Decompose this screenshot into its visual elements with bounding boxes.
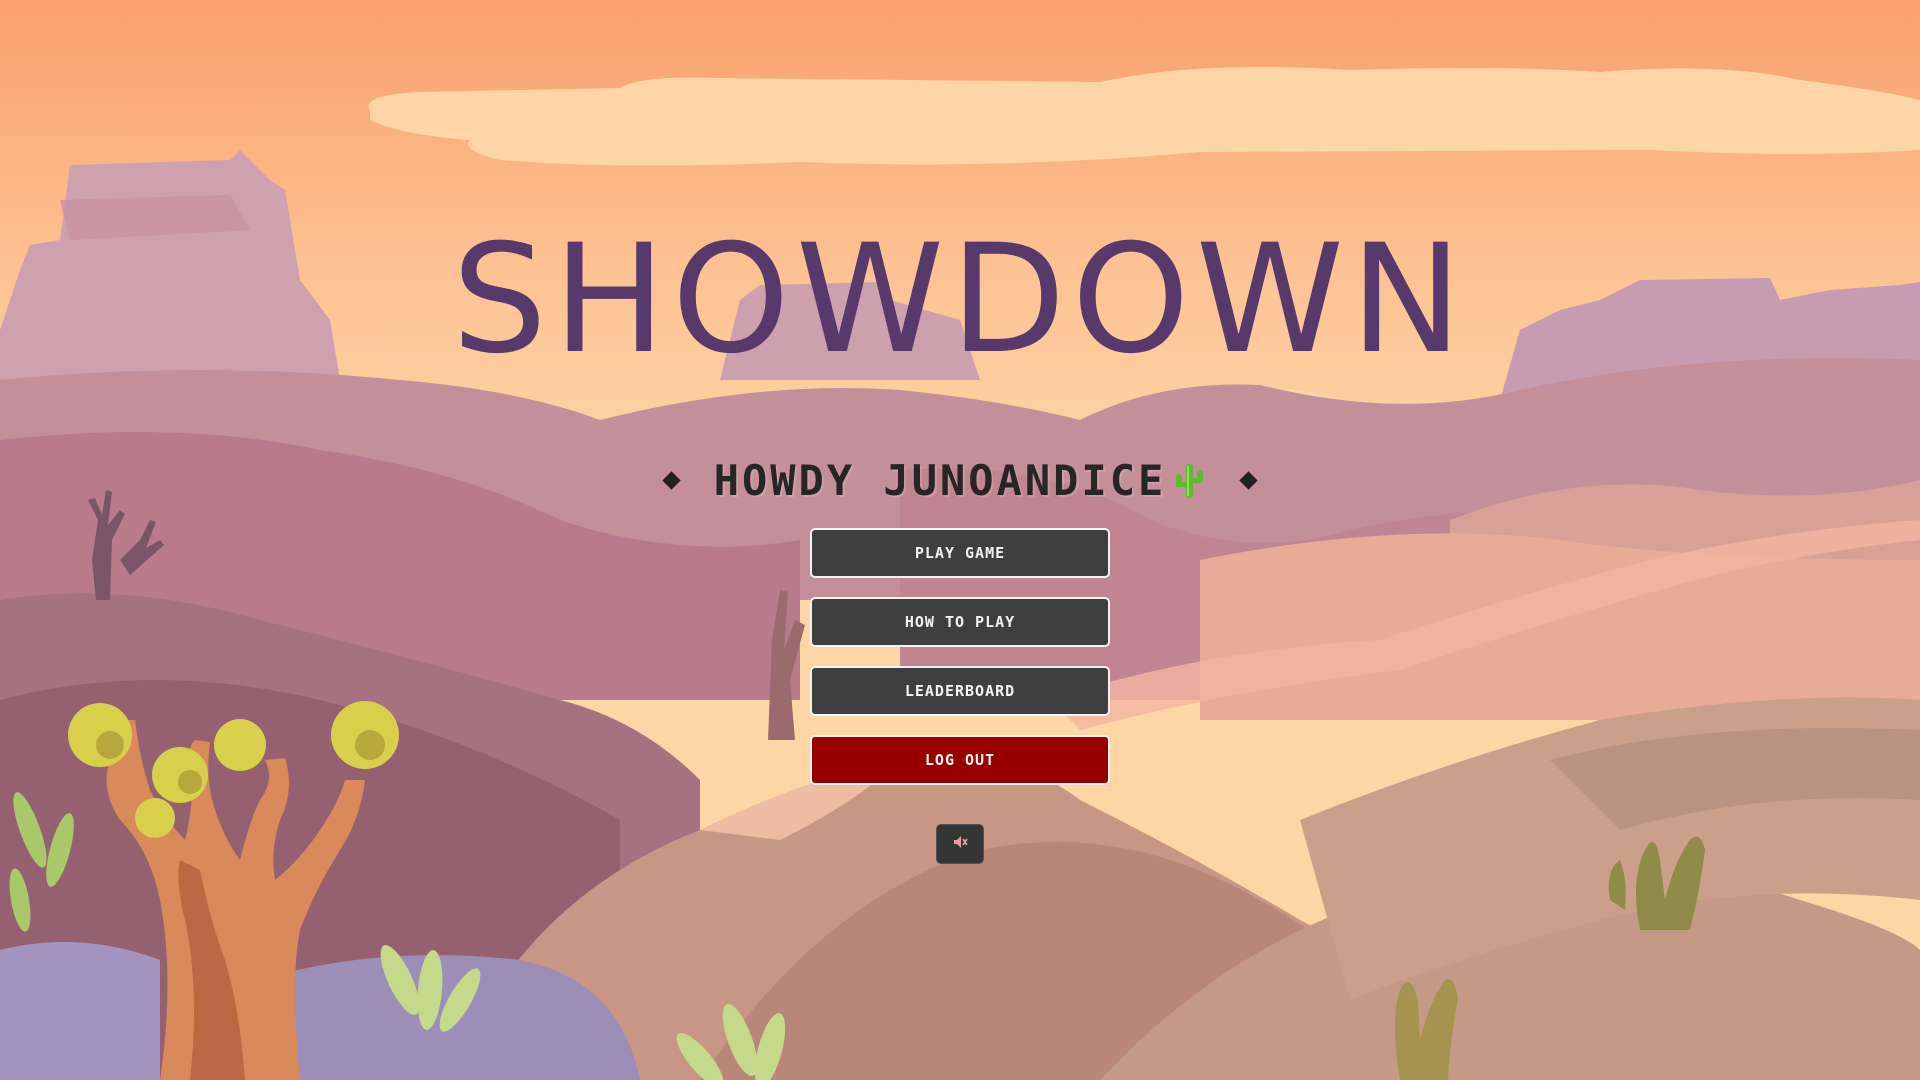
main-menu: PLAY GAME HOW TO PLAY LEADERBOARD LOG OU… [810,528,1110,804]
play-game-button[interactable]: PLAY GAME [810,528,1110,578]
greeting-row: HOWDY JUNOANDICE [0,452,1920,508]
diamond-icon [1239,470,1258,490]
diamond-icon [662,470,681,490]
cactus-icon [1172,460,1206,500]
speaker-muted-icon [952,834,968,854]
sound-toggle-button[interactable] [936,824,984,864]
leaderboard-button[interactable]: LEADERBOARD [810,666,1110,716]
player-greeting: HOWDY JUNOANDICE [713,455,1167,505]
how-to-play-button[interactable]: HOW TO PLAY [810,597,1110,647]
game-title: SHOWDOWN [451,213,1469,387]
log-out-button[interactable]: LOG OUT [810,735,1110,785]
